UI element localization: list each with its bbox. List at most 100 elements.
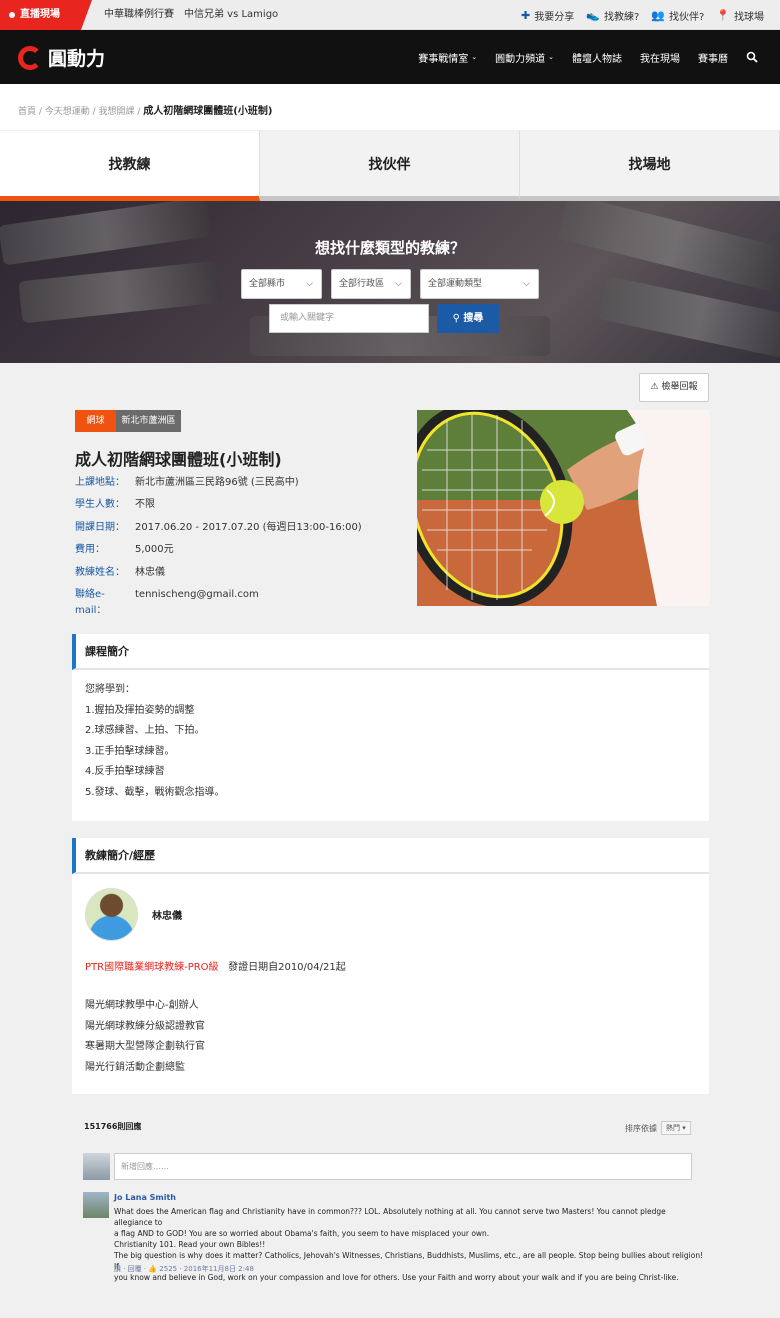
coach-avatar: [85, 888, 138, 941]
intro-line: 您將學到：: [85, 684, 135, 695]
course-title: 成人初階網球團體班(小班制): [75, 450, 282, 469]
coach-profile-body: 林忠儀 PTR國際職業網球教練-PRO級 發證日期自2010/04/21起 陽光…: [72, 874, 709, 1092]
live-dot-icon: [9, 12, 15, 18]
tab-find-coach[interactable]: 找教練: [0, 131, 260, 201]
top-bar: 直播現場 中華職棒例行賽 中信兄弟 vs Lamigo ✚ 我要分享 👟 找教練…: [0, 0, 780, 30]
comment-input[interactable]: 新增回應……: [114, 1153, 692, 1180]
coach-profile-heading: 教練簡介/經歷: [72, 838, 709, 874]
sport-type-select[interactable]: 全部運動類型 ⌵: [420, 269, 539, 299]
shoe-icon: 👟: [586, 8, 600, 22]
find-partner-link[interactable]: 👥 找伙伴?: [651, 8, 704, 23]
location-pin-icon: 📍: [716, 8, 730, 22]
search-button-label: 搜尋: [463, 313, 484, 324]
breadcrumb-current: 成人初階網球團體班(小班制): [143, 106, 273, 117]
info-label: 費用：: [75, 544, 105, 556]
commenter-avatar[interactable]: [83, 1192, 109, 1218]
nav-item-onsite[interactable]: 我在現場: [640, 50, 680, 65]
share-link[interactable]: ✚ 我要分享: [521, 8, 574, 23]
search-title: 想找什麼類型的教練？: [314, 239, 465, 257]
nav-item-calendar[interactable]: 賽事曆: [698, 50, 728, 65]
certification-title: PTR國際職業網球教練-PRO級: [85, 962, 219, 973]
keyword-input[interactable]: 或輸入關鍵字: [269, 304, 429, 333]
search-icon[interactable]: [746, 51, 758, 63]
find-court-link[interactable]: 📍 找球場: [716, 8, 764, 23]
county-select-value: 全部縣市: [249, 279, 286, 289]
chevron-down-icon: ⌄: [471, 53, 478, 61]
search-icon: ⚲: [452, 313, 460, 324]
live-label: 直播現場: [20, 9, 60, 20]
share-label: 我要分享: [534, 11, 575, 23]
intro-line: 1.握拍及揮拍姿勢的調整: [85, 704, 195, 716]
district-select[interactable]: 全部行政區 ⌵: [331, 269, 411, 299]
find-partner-label: 找伙伴?: [668, 11, 705, 23]
nav-menu: 賽事戰情室 ⌄ 圓動力頻道 ⌄ 體壇人物誌 我在現場 賽事曆: [418, 30, 758, 84]
commenter-name[interactable]: Jo Lana Smith: [114, 1193, 176, 1202]
nav-item-label: 我在現場: [640, 53, 680, 65]
live-match-link[interactable]: 中華職棒例行賽 中信兄弟 vs Lamigo: [104, 0, 278, 30]
info-value: 不限: [135, 499, 155, 511]
course-intro-body: 您將學到： 1.握拍及揮拍姿勢的調整 2.球感練習、上拍、下拍。 3.正手拍擊球…: [72, 670, 709, 817]
people-icon: 👥: [651, 8, 665, 22]
comment-line: What does the American flag and Christia…: [114, 1207, 666, 1227]
site-logo[interactable]: 圓動力: [18, 44, 105, 71]
info-value: 2017.06.20 - 2017.07.20 (每週日13:00-16:00): [135, 521, 362, 533]
info-row-fee: 費用： 5,000元: [75, 542, 362, 564]
sport-tag[interactable]: 網球: [75, 410, 116, 432]
coach-certification: PTR國際職業網球教練-PRO級 發證日期自2010/04/21起: [85, 958, 696, 973]
current-user-avatar: [83, 1153, 110, 1180]
caret-down-icon: ▾: [682, 1124, 686, 1132]
info-row-dates: 開課日期： 2017.06.20 - 2017.07.20 (每週日13:00-…: [75, 520, 362, 542]
live-badge[interactable]: 直播現場: [0, 0, 92, 30]
intro-line: 2.球感練習、上拍、下拍。: [85, 725, 205, 736]
find-coach-link[interactable]: 👟 找教練?: [586, 8, 639, 23]
report-button[interactable]: ⚠ 檢舉回報: [639, 373, 709, 402]
nav-item-label: 賽事戰情室: [418, 53, 469, 65]
comment-sort: 排序依據 熱門 ▾: [625, 1121, 691, 1135]
info-row-coach: 教練姓名： 林忠儀: [75, 565, 362, 587]
logo-mark-icon: [18, 45, 42, 70]
certification-date: 發證日期自2010/04/21起: [228, 962, 346, 973]
coach-experience-list: 陽光網球教學中心-創辦人 陽光網球教練分級認證教官 寒暑期大型營隊企劃執行官 陽…: [85, 998, 696, 1080]
info-label: 教練姓名：: [75, 566, 125, 578]
sort-label: 排序依據: [625, 1123, 657, 1133]
search-button[interactable]: ⚲ 搜尋: [437, 304, 499, 333]
nav-item-people[interactable]: 體壇人物誌: [572, 50, 622, 65]
course-info: 上課地點： 新北市蘆洲區三民路96號 (三民高中) 學生人數： 不限 開課日期：…: [75, 475, 362, 616]
info-label: 開課日期：: [75, 521, 125, 533]
breadcrumb: 首頁 / 今天想運動 / 我想開課 / 成人初階網球團體班(小班制): [18, 102, 272, 117]
sort-dropdown-value: 熱門: [666, 1124, 680, 1132]
nav-item-label: 體壇人物誌: [572, 53, 622, 65]
coach-name: 林忠儀: [152, 911, 182, 922]
background-dumbbell: [597, 275, 780, 361]
tab-find-partner[interactable]: 找伙伴: [260, 131, 520, 201]
report-button-label: 檢舉回報: [661, 382, 698, 392]
intro-line: 5.發球、截擊，戰術觀念指導。: [85, 786, 225, 798]
area-tag[interactable]: 新北市蘆洲區: [116, 410, 181, 432]
breadcrumb-bar: 首頁 / 今天想運動 / 我想開課 / 成人初階網球團體班(小班制): [0, 84, 780, 130]
comment-actions[interactable]: 讚 · 回覆 · 👍 2525 · 2016年11月8日 2:48: [114, 1264, 254, 1274]
tab-find-venue[interactable]: 找場地: [520, 131, 780, 201]
warning-icon: ⚠: [650, 382, 659, 392]
nav-item-scores[interactable]: 賽事戰情室 ⌄: [418, 50, 477, 65]
find-coach-label: 找教練?: [603, 11, 640, 23]
main-navbar: 圓動力 賽事戰情室 ⌄ 圓動力頻道 ⌄ 體壇人物誌 我在現場 賽事曆: [0, 30, 780, 84]
chevron-down-icon: ⌵: [523, 279, 530, 289]
find-court-label: 找球場: [734, 11, 764, 23]
comment-count: 151766則回應: [84, 1122, 142, 1131]
info-value[interactable]: tennischeng@gmail.com: [135, 587, 259, 609]
course-intro-card: 課程簡介 您將學到： 1.握拍及揮拍姿勢的調整 2.球感練習、上拍、下拍。 3.…: [72, 634, 709, 821]
sort-dropdown[interactable]: 熱門 ▾: [661, 1121, 691, 1135]
logo-text: 圓動力: [48, 48, 106, 70]
info-value: 林忠儀: [135, 566, 165, 578]
intro-line: 4.反手拍擊球練習: [85, 766, 165, 777]
course-intro-heading: 課程簡介: [72, 634, 709, 670]
coach-profile-card: 教練簡介/經歷 林忠儀 PTR國際職業網球教練-PRO級 發證日期自2010/0…: [72, 838, 709, 1094]
breadcrumb-path[interactable]: 首頁 / 今天想運動 / 我想開課 /: [18, 107, 140, 117]
top-links: ✚ 我要分享 👟 找教練? 👥 找伙伴? 📍 找球場: [521, 0, 764, 30]
experience-item: 陽光網球教學中心-創辦人: [85, 1000, 199, 1011]
county-select[interactable]: 全部縣市 ⌵: [241, 269, 322, 299]
experience-item: 陽光網球教練分級認證教官: [85, 1020, 205, 1032]
nav-item-channel[interactable]: 圓動力頻道 ⌄: [495, 50, 554, 65]
info-label: 學生人數：: [75, 499, 125, 511]
nav-item-label: 圓動力頻道: [495, 53, 546, 65]
